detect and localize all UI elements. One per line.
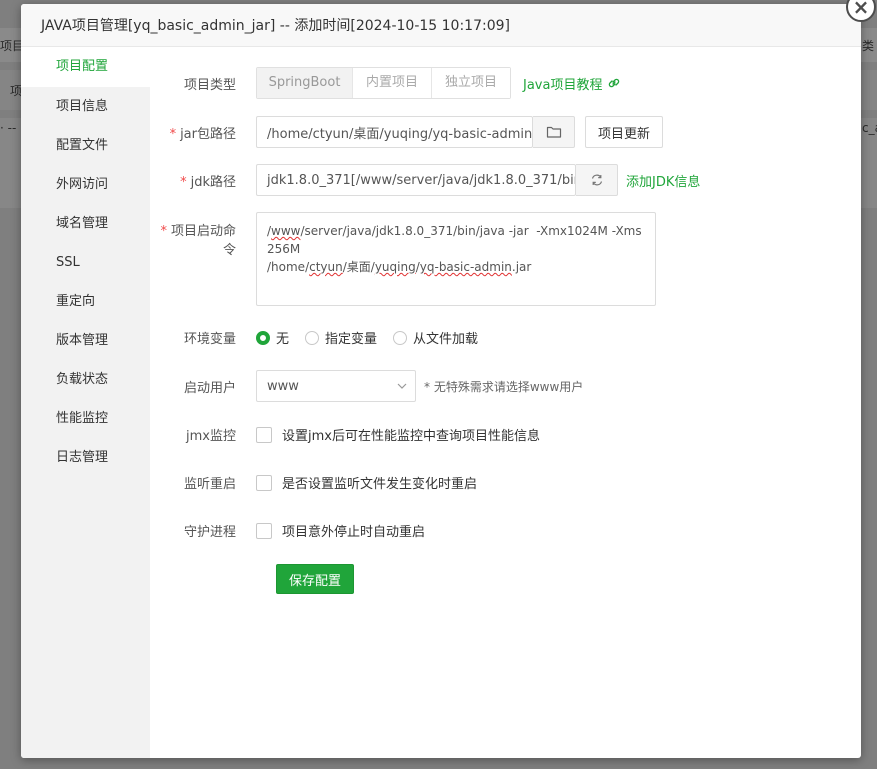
- refresh-icon: [591, 174, 602, 186]
- add-jdk-link[interactable]: 添加JDK信息: [626, 171, 700, 190]
- sidebar-item-redirect[interactable]: 重定向: [21, 282, 150, 321]
- sidebar: 项目配置 项目信息 配置文件 外网访问 域名管理 SSL 重定向 版本管理 负载…: [21, 47, 150, 758]
- jar-path-browse-button[interactable]: [533, 116, 575, 148]
- env-radio-group: 无 指定变量 从文件加载: [256, 328, 494, 347]
- save-config-button[interactable]: 保存配置: [276, 564, 355, 594]
- env-row: 环境变量 无 指定变量 从文件加载: [150, 328, 494, 347]
- checkbox-unchecked-icon: [256, 474, 272, 491]
- sidebar-item-load-status[interactable]: 负载状态: [21, 360, 150, 399]
- sidebar-item-project-info[interactable]: 项目信息: [21, 87, 150, 126]
- start-user-label: 启动用户: [183, 380, 236, 396]
- radio-unchecked-icon: [393, 330, 408, 345]
- start-command-textarea[interactable]: /www/server/java/jdk1.8.0_371/bin/java -…: [256, 212, 656, 306]
- jdk-path-label: * jdk路径: [180, 174, 236, 190]
- watch-restart-label: 监听重启: [183, 477, 236, 492]
- project-type-selector: SpringBoot 内置项目 独立项目: [256, 67, 511, 99]
- java-tutorial-link[interactable]: Java项目教程: [523, 74, 621, 93]
- start-command-label: * 项目启动命令: [160, 224, 236, 258]
- checkbox-unchecked-icon: [256, 426, 272, 443]
- sidebar-item-domain-management[interactable]: 域名管理: [21, 204, 150, 243]
- config-form: 项目类型 SpringBoot 内置项目 独立项目 Java项目教程 * jar包…: [150, 47, 861, 758]
- background-text: · --: [0, 121, 17, 135]
- env-file-radio[interactable]: 从文件加载: [393, 328, 478, 347]
- modal-title: JAVA项目管理[yq_basic_admin_jar] -- 添加时间[202…: [41, 18, 510, 34]
- watch-restart-checkbox[interactable]: 是否设置监听文件发生变化时重启: [256, 473, 477, 492]
- jar-path-input[interactable]: /home/ctyun/桌面/yuqing/yq-basic-admin.jar: [256, 116, 533, 148]
- modal-header: JAVA项目管理[yq_basic_admin_jar] -- 添加时间[202…: [21, 4, 861, 47]
- daemon-checkbox[interactable]: 项目意外停止时自动重启: [256, 521, 425, 540]
- project-type-builtin[interactable]: 内置项目: [352, 68, 431, 98]
- jar-path-label: * jar包路径: [169, 126, 236, 142]
- sidebar-item-log-management[interactable]: 日志管理: [21, 438, 150, 477]
- project-type-standalone[interactable]: 独立项目: [431, 68, 510, 98]
- checkbox-unchecked-icon: [256, 522, 272, 539]
- external-link-icon: [609, 78, 620, 88]
- sidebar-item-ssl[interactable]: SSL: [21, 243, 150, 282]
- env-specify-radio[interactable]: 指定变量: [305, 328, 377, 347]
- jdk-path-row: * jdk路径 jdk1.8.0_371[/www/server/java/jdk…: [150, 164, 700, 196]
- sidebar-item-config-file[interactable]: 配置文件: [21, 126, 150, 165]
- folder-icon: [546, 126, 561, 138]
- start-command-row: * 项目启动命令 /www/server/java/jdk1.8.0_371/bi…: [150, 212, 656, 306]
- chevron-down-icon: [397, 383, 407, 389]
- jmx-label: jmx监控: [186, 429, 236, 444]
- sidebar-item-project-config[interactable]: 项目配置: [21, 47, 150, 87]
- sidebar-item-version-management[interactable]: 版本管理: [21, 321, 150, 360]
- start-user-select[interactable]: www: [256, 370, 416, 402]
- project-type-label: 项目类型: [183, 77, 236, 93]
- jmx-checkbox[interactable]: 设置jmx后可在性能监控中查询项目性能信息: [256, 425, 540, 444]
- jdk-refresh-button[interactable]: [576, 164, 618, 196]
- start-user-hint: * 无特殊需求请选择www用户: [424, 379, 584, 394]
- radio-unchecked-icon: [305, 330, 320, 345]
- jar-path-row: * jar包路径 /home/ctyun/桌面/yuqing/yq-basic-a…: [150, 116, 664, 148]
- sidebar-item-external-access[interactable]: 外网访问: [21, 165, 150, 204]
- background-text: 类: [862, 39, 875, 53]
- radio-checked-icon: [256, 330, 270, 345]
- env-none-radio[interactable]: 无: [256, 328, 289, 347]
- daemon-label: 守护进程: [183, 525, 236, 540]
- watch-restart-row: 监听重启 是否设置监听文件发生变化时重启: [150, 473, 477, 492]
- project-type-row: 项目类型 SpringBoot 内置项目 独立项目 Java项目教程: [150, 67, 621, 99]
- background-text: c_a: [862, 121, 877, 135]
- start-user-row: 启动用户 www * 无特殊需求请选择www用户: [150, 370, 583, 402]
- jdk-path-select[interactable]: jdk1.8.0_371[/www/server/java/jdk1.8.0_3…: [256, 164, 576, 196]
- sidebar-item-performance-monitor[interactable]: 性能监控: [21, 399, 150, 438]
- jmx-row: jmx监控 设置jmx后可在性能监控中查询项目性能信息: [150, 425, 540, 444]
- project-type-springboot[interactable]: SpringBoot: [257, 68, 352, 98]
- project-update-button[interactable]: 项目更新: [585, 116, 664, 148]
- project-config-modal: JAVA项目管理[yq_basic_admin_jar] -- 添加时间[202…: [21, 4, 861, 758]
- env-label: 环境变量: [183, 332, 236, 347]
- daemon-row: 守护进程 项目意外停止时自动重启: [150, 521, 425, 540]
